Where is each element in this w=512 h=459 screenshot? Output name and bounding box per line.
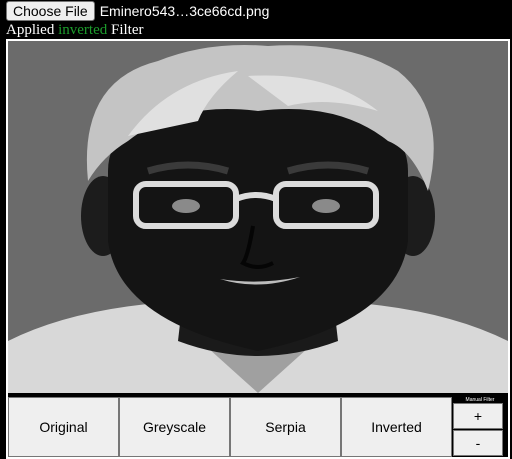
image-canvas: Original Greyscale Serpia Inverted Manua… — [6, 39, 510, 459]
file-input[interactable]: Choose File Eminero543…3ce66cd.png — [6, 0, 269, 22]
manual-filter-panel: Manual Filter + - — [452, 397, 508, 457]
choose-file-button[interactable]: Choose File — [6, 1, 95, 21]
filter-status: Applied inverted Filter — [6, 22, 143, 38]
status-filter-name: inverted — [58, 22, 108, 38]
manual-decrease-button[interactable]: - — [453, 430, 503, 456]
avatar-image — [8, 41, 508, 393]
filter-toolbar: Original Greyscale Serpia Inverted Manua… — [8, 397, 508, 457]
inverted-filter-button[interactable]: Inverted — [341, 397, 452, 457]
greyscale-filter-button[interactable]: Greyscale — [119, 397, 230, 457]
selected-file-name: Eminero543…3ce66cd.png — [99, 3, 270, 19]
status-prefix: Applied — [6, 22, 55, 38]
manual-increase-button[interactable]: + — [453, 403, 503, 429]
original-filter-button[interactable]: Original — [8, 397, 119, 457]
sepia-filter-button[interactable]: Serpia — [230, 397, 341, 457]
status-suffix: Filter — [110, 22, 144, 38]
